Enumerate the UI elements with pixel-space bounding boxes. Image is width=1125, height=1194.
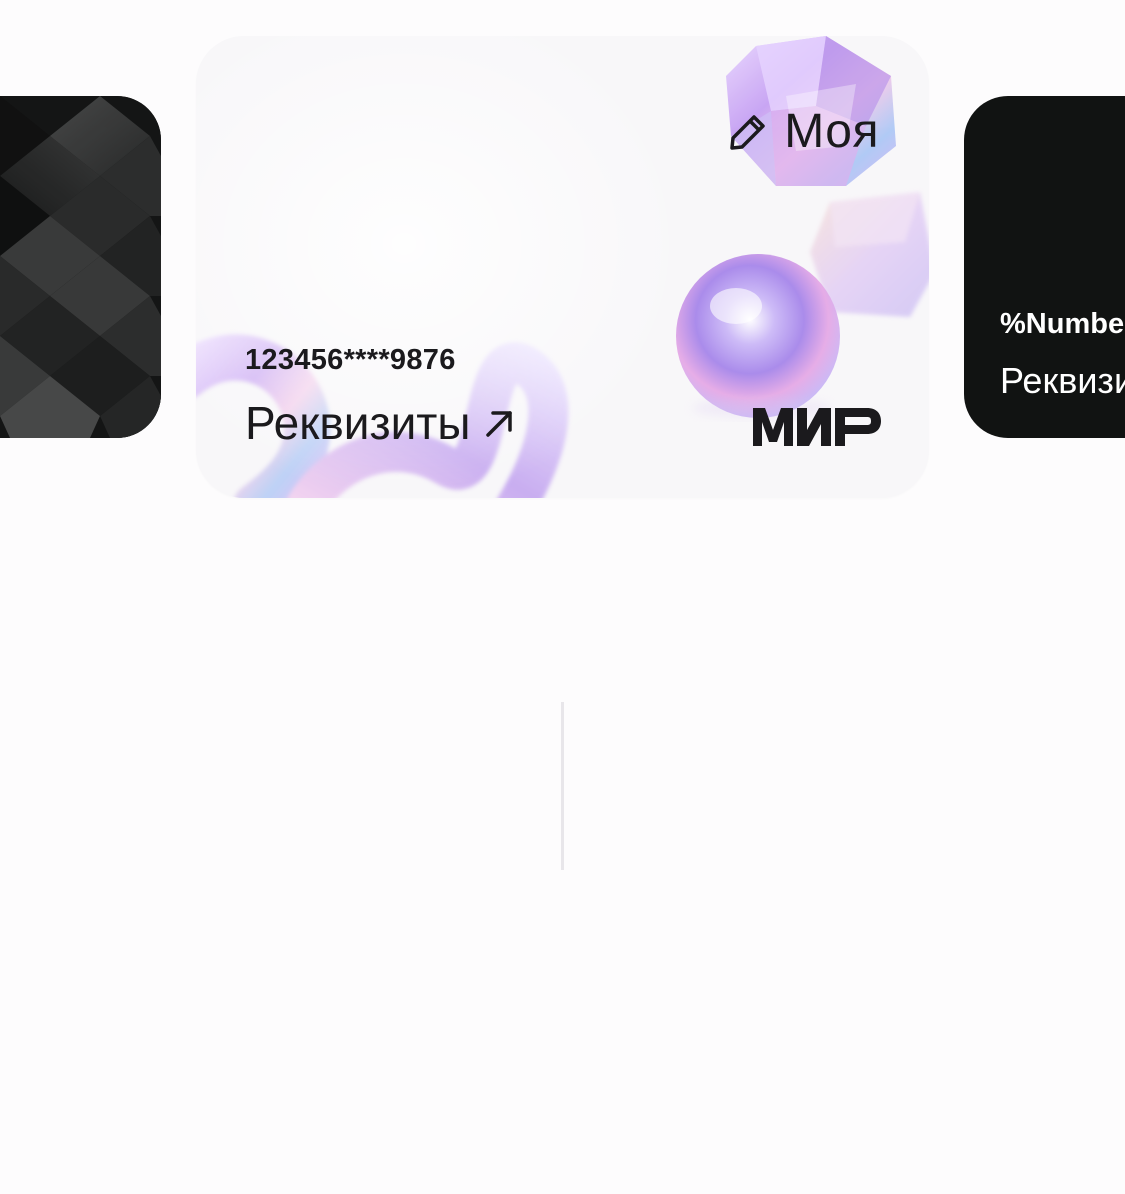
card-name-editor[interactable]: Моя: [726, 108, 879, 156]
card-current[interactable]: Моя 123456****9876 Реквизиты: [196, 36, 929, 498]
next-card-requisites-label[interactable]: Реквизиты: [1000, 360, 1125, 402]
card-number: 123456****9876: [245, 344, 456, 376]
mir-logo: [753, 408, 881, 446]
card-next[interactable]: %Number% Реквизиты: [964, 96, 1125, 438]
card-name[interactable]: Моя: [784, 108, 879, 156]
next-card-number: %Number%: [1000, 308, 1125, 340]
card-carousel-screen: Моя 123456****9876 Реквизиты %Number% Ре…: [0, 0, 1125, 1194]
requisites-link[interactable]: Реквизиты: [245, 400, 520, 446]
arrow-up-right-icon[interactable]: [480, 403, 520, 443]
requisites-label[interactable]: Реквизиты: [245, 400, 470, 446]
pencil-icon[interactable]: [726, 110, 770, 154]
card-previous[interactable]: [0, 96, 161, 438]
divider: [561, 702, 564, 870]
geometric-pattern: [0, 96, 161, 438]
